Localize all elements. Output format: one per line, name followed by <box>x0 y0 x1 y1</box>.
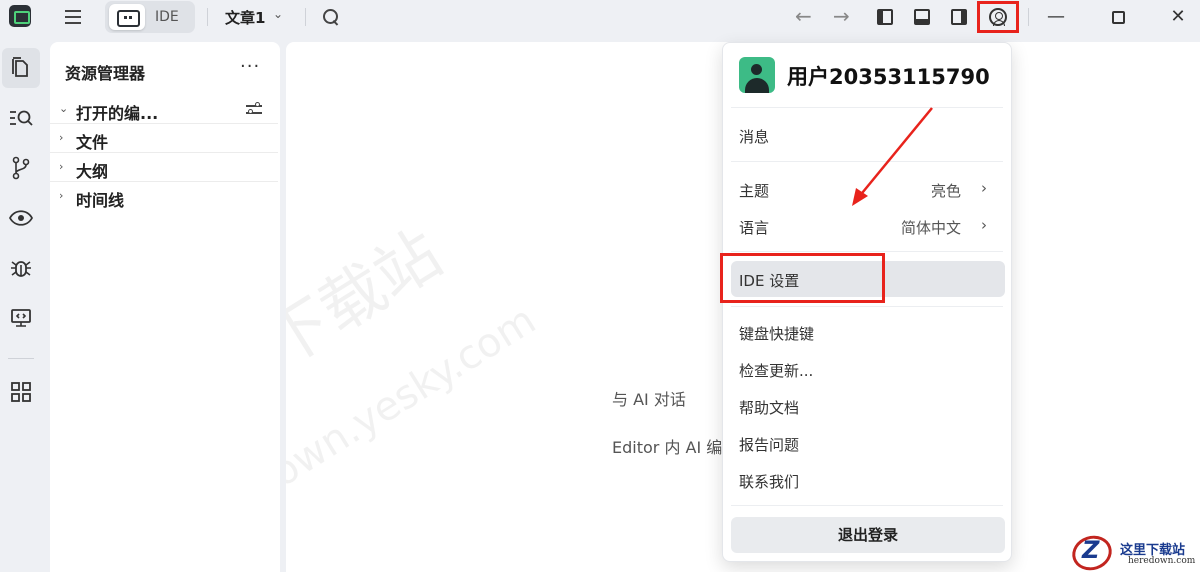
mode-switch[interactable]: IDE <box>105 1 195 33</box>
menu-item-label: 联系我们 <box>739 473 800 491</box>
logout-button[interactable]: 退出登录 <box>731 517 1005 553</box>
highlight-box <box>720 253 885 303</box>
logo-z-icon: Z <box>1082 536 1100 564</box>
hamburger-menu-icon[interactable] <box>58 7 88 27</box>
menu-item-label: 主题 <box>739 182 770 200</box>
filter-settings-icon[interactable] <box>246 101 262 117</box>
chevron-right-icon: › <box>59 160 64 173</box>
divider <box>8 358 34 359</box>
section-label: 大纲 <box>76 162 109 181</box>
debug-bug-icon[interactable] <box>2 248 40 288</box>
maximize-icon[interactable] <box>1105 4 1131 30</box>
menu-item-report-issue[interactable]: 报告问题 <box>731 425 1005 461</box>
ide-mode-icon[interactable] <box>109 4 145 30</box>
username: 用户20353115790 <box>787 65 990 89</box>
source-control-icon[interactable] <box>2 148 40 188</box>
toggle-left-panel-icon[interactable] <box>877 9 893 25</box>
site-logo: Z 这里下载站 heredown.com <box>1067 530 1200 572</box>
mode-label-ide[interactable]: IDE <box>155 9 179 25</box>
annotation-arrow-icon <box>852 107 933 206</box>
section-open-editors[interactable]: ⌄ 打开的编... <box>50 96 278 124</box>
divider <box>207 8 208 26</box>
close-icon[interactable]: ✕ <box>1165 4 1191 30</box>
divider <box>731 306 1003 307</box>
section-label: 文件 <box>76 133 109 152</box>
search-icon[interactable] <box>322 8 340 26</box>
menu-item-label: 语言 <box>739 219 770 237</box>
divider <box>305 8 306 26</box>
divider <box>1028 8 1029 26</box>
user-avatar-icon <box>989 8 1007 26</box>
app-logo-icon <box>9 5 31 27</box>
more-options-icon[interactable]: ··· <box>240 56 260 77</box>
menu-item-label: 报告问题 <box>739 436 800 454</box>
menu-item-help-docs[interactable]: 帮助文档 <box>731 388 1005 424</box>
menu-item-shortcuts[interactable]: 键盘快捷键 <box>731 314 1005 350</box>
toggle-right-panel-icon[interactable] <box>951 9 967 25</box>
explorer-icon[interactable] <box>2 48 40 88</box>
activity-bar <box>0 42 44 572</box>
divider <box>731 251 1003 252</box>
menu-item-label: 键盘快捷键 <box>739 325 815 343</box>
menu-item-contact-us[interactable]: 联系我们 <box>731 462 1005 498</box>
logo-text-en: heredown.com <box>1128 556 1196 566</box>
chevron-right-icon: › <box>981 216 987 234</box>
hint-ai-editor: Editor 内 AI 编 <box>612 438 723 457</box>
extensions-grid-icon[interactable] <box>2 372 40 412</box>
avatar <box>739 57 775 93</box>
section-timeline[interactable]: › 时间线 <box>50 183 278 211</box>
chevron-right-icon: › <box>59 189 64 202</box>
search-list-icon[interactable] <box>2 98 40 138</box>
explorer-panel: 资源管理器 ··· ⌄ 打开的编... › 文件 › 大纲 › 时间线 <box>50 42 280 572</box>
title-bar: IDE 文章1 ⌄ ← → — ✕ <box>0 0 1200 34</box>
chevron-down-icon: ⌄ <box>59 102 69 115</box>
forward-arrow-icon[interactable]: → <box>833 6 855 28</box>
language-value: 简体中文 <box>900 219 961 237</box>
menu-item-check-updates[interactable]: 检查更新... <box>731 351 1005 387</box>
back-arrow-icon[interactable]: ← <box>795 6 817 28</box>
menu-item-label: 消息 <box>739 128 770 146</box>
section-outline[interactable]: › 大纲 <box>50 154 278 182</box>
section-label: 打开的编... <box>76 104 159 123</box>
menu-item-language[interactable]: 语言 简体中文 › <box>731 208 1005 244</box>
chevron-right-icon: › <box>981 179 987 197</box>
chevron-right-icon: › <box>59 131 64 144</box>
hint-ai-chat: 与 AI 对话 <box>612 390 686 409</box>
section-files[interactable]: › 文件 <box>50 125 278 153</box>
document-title[interactable]: 文章1 <box>225 7 265 28</box>
toggle-bottom-panel-icon[interactable] <box>914 9 930 25</box>
divider <box>731 505 1003 506</box>
section-label: 时间线 <box>76 191 125 210</box>
menu-item-label: 帮助文档 <box>739 399 800 417</box>
menu-item-label: 检查更新... <box>739 362 814 380</box>
explorer-title: 资源管理器 <box>65 64 146 83</box>
preview-eye-icon[interactable] <box>2 198 40 238</box>
remote-screen-icon[interactable] <box>2 298 40 338</box>
minimize-icon[interactable]: — <box>1043 4 1069 30</box>
account-button[interactable] <box>977 1 1019 33</box>
chevron-down-icon[interactable]: ⌄ <box>273 7 283 21</box>
